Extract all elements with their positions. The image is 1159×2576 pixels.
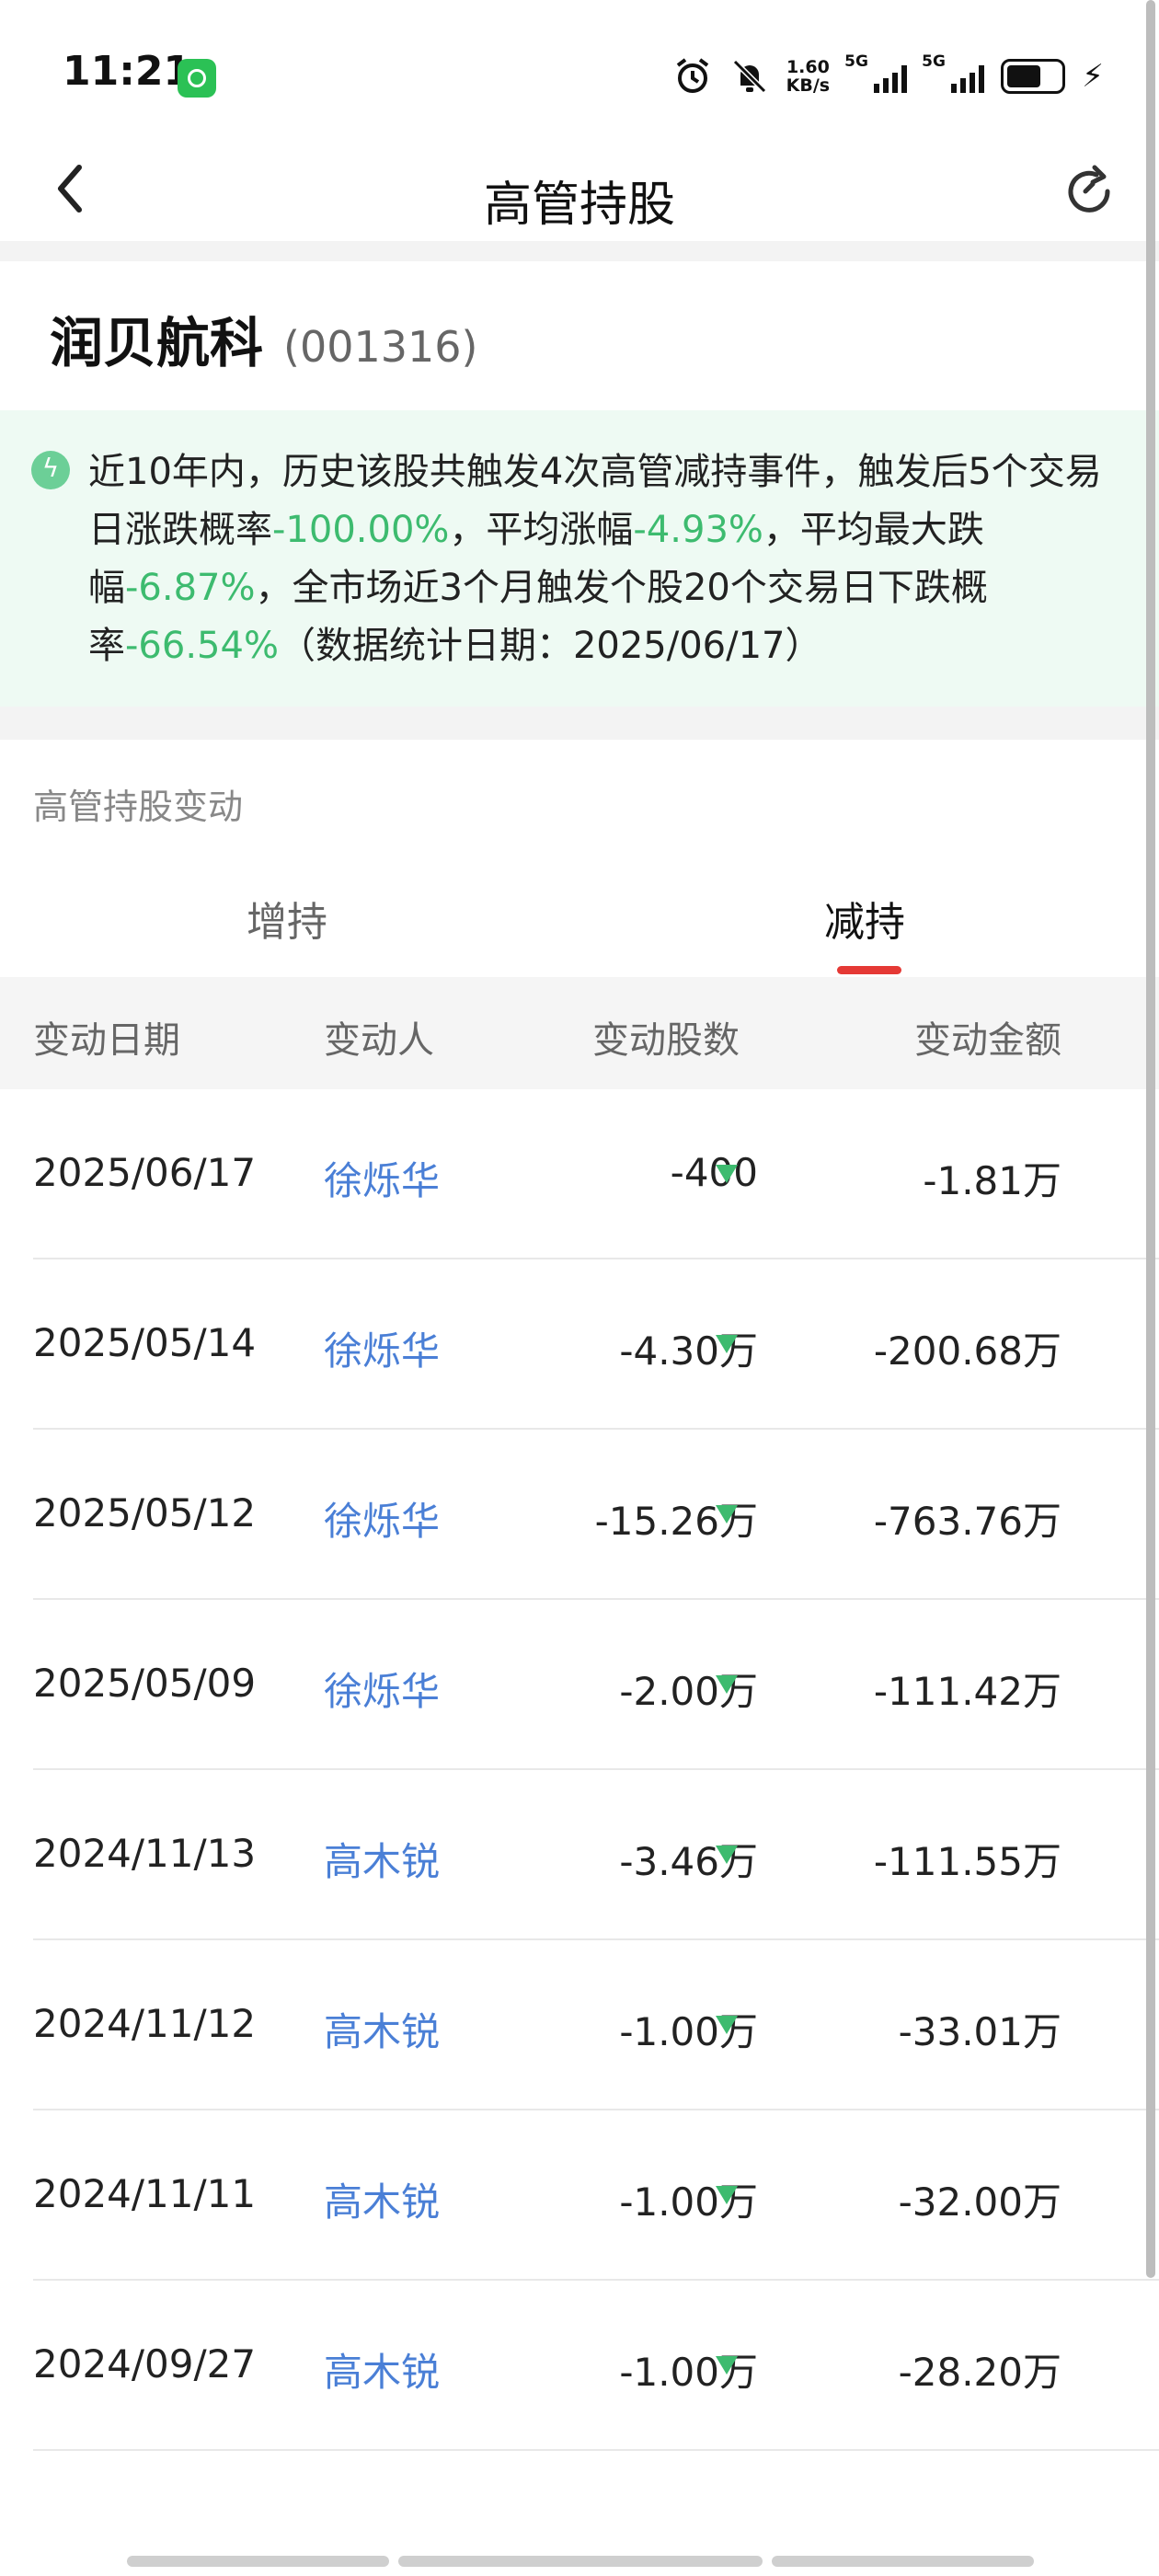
row-amount: -32.00万 bbox=[898, 2179, 1061, 2225]
row-person-link[interactable]: 高木锐 bbox=[324, 2341, 440, 2398]
table-row[interactable]: 2025/05/09 徐烁华 -2.00万 -111.42万 bbox=[0, 1600, 1159, 1770]
status-bar: 11:21 1.60 KB/s 5G 5G ⚡ bbox=[0, 0, 1159, 138]
risk-notice: ϟ 近10年内，历史该股共触发4次高管减持事件，触发后5个交易日涨跌概率-100… bbox=[0, 410, 1159, 707]
tab-decrease[interactable]: 减持 bbox=[824, 889, 905, 948]
separator bbox=[0, 707, 1159, 740]
charging-icon: ⚡ bbox=[1082, 58, 1104, 95]
table-body: 2025/06/17 徐烁华 -400 -1.81万 2025/05/14 徐烁… bbox=[0, 1089, 1159, 2451]
app-notification-icon bbox=[178, 59, 216, 98]
battery-icon bbox=[1001, 59, 1066, 94]
table-row[interactable]: 2025/06/17 徐烁华 -400 -1.81万 bbox=[0, 1089, 1159, 1259]
down-triangle-icon bbox=[716, 1505, 738, 1524]
down-triangle-icon bbox=[716, 2016, 738, 2034]
signal-2-icon: 5G bbox=[922, 52, 985, 93]
row-amount: -111.55万 bbox=[873, 1839, 1061, 1884]
header-amount: 变动金额 bbox=[914, 1019, 1061, 1062]
row-person-link[interactable]: 徐烁华 bbox=[324, 1320, 440, 1376]
row-date: 2025/05/14 bbox=[33, 1320, 257, 1365]
down-triangle-icon bbox=[716, 1165, 738, 1183]
down-triangle-icon bbox=[716, 2356, 738, 2375]
notice-text: 近10年内，历史该股共触发4次高管减持事件，触发后5个交易日涨跌概率-100.0… bbox=[88, 451, 1102, 667]
row-date: 2024/09/27 bbox=[33, 2341, 257, 2386]
stock-code: (001316) bbox=[283, 322, 478, 372]
row-date: 2024/11/13 bbox=[33, 1831, 257, 1876]
stock-heading: 润贝航科 (001316) bbox=[50, 300, 478, 377]
table-row[interactable]: 2025/05/14 徐烁华 -4.30万 -200.68万 bbox=[0, 1259, 1159, 1430]
alarm-icon bbox=[676, 58, 708, 93]
signal-1-icon: 5G bbox=[844, 52, 908, 93]
mute-bell-icon bbox=[732, 59, 766, 94]
header-shares: 变动股数 bbox=[592, 1019, 740, 1062]
row-person-link[interactable]: 高木锐 bbox=[324, 1831, 440, 1887]
down-triangle-icon bbox=[716, 1846, 738, 1864]
row-date: 2024/11/11 bbox=[33, 2171, 257, 2216]
bottom-scroll-indicator bbox=[127, 2556, 1034, 2567]
nav-bar: 高管持股 bbox=[0, 138, 1159, 241]
lightning-icon: ϟ bbox=[31, 451, 70, 489]
table-row[interactable]: 2024/09/27 高木锐 -1.00万 -28.20万 bbox=[0, 2281, 1159, 2451]
section-title: 高管持股变动 bbox=[33, 787, 244, 827]
row-date: 2024/11/12 bbox=[33, 2001, 257, 2046]
row-amount: -763.76万 bbox=[873, 1499, 1061, 1544]
row-amount: -33.01万 bbox=[898, 2009, 1061, 2054]
refresh-icon[interactable] bbox=[1061, 164, 1117, 219]
tab-increase[interactable]: 增持 bbox=[247, 889, 327, 948]
tab-bar: 增持 减持 bbox=[0, 861, 1159, 977]
down-triangle-icon bbox=[716, 2186, 738, 2204]
row-amount: -28.20万 bbox=[898, 2350, 1061, 2395]
table-row[interactable]: 2024/11/11 高木锐 -1.00万 -32.00万 bbox=[0, 2110, 1159, 2281]
row-person-link[interactable]: 高木锐 bbox=[324, 2171, 440, 2227]
table-row[interactable]: 2024/11/12 高木锐 -1.00万 -33.01万 bbox=[0, 1940, 1159, 2110]
row-date: 2025/05/12 bbox=[33, 1490, 257, 1535]
table-header: 变动日期 变动人 变动股数 变动金额 bbox=[0, 977, 1159, 1089]
status-icons: 1.60 KB/s 5G 5G ⚡ bbox=[672, 52, 1104, 99]
scrollbar[interactable] bbox=[1146, 0, 1155, 2278]
row-amount: -1.81万 bbox=[923, 1158, 1061, 1203]
table-row[interactable]: 2025/05/12 徐烁华 -15.26万 -763.76万 bbox=[0, 1430, 1159, 1600]
row-date: 2025/06/17 bbox=[33, 1150, 257, 1195]
page-title: 高管持股 bbox=[483, 178, 675, 233]
row-person-link[interactable]: 高木锐 bbox=[324, 2001, 440, 2057]
separator bbox=[0, 241, 1159, 261]
active-tab-indicator bbox=[837, 966, 901, 974]
header-person: 变动人 bbox=[324, 1019, 434, 1062]
network-speed: 1.60 KB/s bbox=[786, 57, 831, 96]
table-row[interactable]: 2024/11/13 高木锐 -3.46万 -111.55万 bbox=[0, 1770, 1159, 1940]
page: 11:21 1.60 KB/s 5G 5G ⚡ 高管持股 润贝航科 (00131… bbox=[0, 0, 1159, 2576]
status-time: 11:21 bbox=[63, 48, 192, 95]
row-person-link[interactable]: 徐烁华 bbox=[324, 1150, 440, 1206]
row-date: 2025/05/09 bbox=[33, 1661, 257, 1706]
down-triangle-icon bbox=[716, 1675, 738, 1694]
header-date: 变动日期 bbox=[33, 1019, 180, 1062]
row-shares: -400 bbox=[670, 1150, 758, 1195]
row-amount: -111.42万 bbox=[873, 1669, 1061, 1714]
row-person-link[interactable]: 徐烁华 bbox=[324, 1661, 440, 1717]
down-triangle-icon bbox=[716, 1335, 738, 1353]
row-amount: -200.68万 bbox=[873, 1328, 1061, 1374]
row-divider bbox=[33, 2449, 1159, 2451]
row-person-link[interactable]: 徐烁华 bbox=[324, 1490, 440, 1547]
stock-name: 润贝航科 bbox=[50, 312, 264, 374]
